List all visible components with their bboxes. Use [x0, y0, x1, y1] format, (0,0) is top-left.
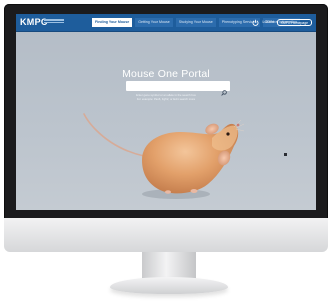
power-icon[interactable]: [252, 19, 259, 26]
search-input[interactable]: [126, 81, 218, 91]
account-area: LOGIN KMPC Homepage: [252, 17, 312, 27]
portal-title: Mouse One Portal: [122, 68, 210, 80]
logo-tagline-graphic: [44, 19, 64, 25]
tab-finding-your-mouse[interactable]: Finding Your Mouse: [92, 18, 133, 27]
monitor-stand-base: [110, 277, 228, 294]
mouse-cursor: [284, 153, 287, 156]
search-box: [126, 81, 230, 96]
tab-getting-your-mouse[interactable]: Getting Your Mouse: [135, 18, 173, 27]
monitor-stand-neck: [142, 252, 196, 280]
search-icon[interactable]: [221, 83, 227, 96]
tab-studying-your-mouse[interactable]: Studying Your Mouse: [175, 18, 216, 27]
homepage-button[interactable]: KMPC Homepage: [276, 18, 312, 26]
mouse-photo: [83, 113, 245, 199]
monitor-screen: KMPC Finding Your Mouse Getting Your Mou…: [16, 14, 316, 210]
top-navigation-bar: KMPC Finding Your Mouse Getting Your Mou…: [16, 14, 316, 32]
monitor-chin: [4, 218, 328, 252]
login-link[interactable]: LOGIN: [262, 17, 273, 27]
